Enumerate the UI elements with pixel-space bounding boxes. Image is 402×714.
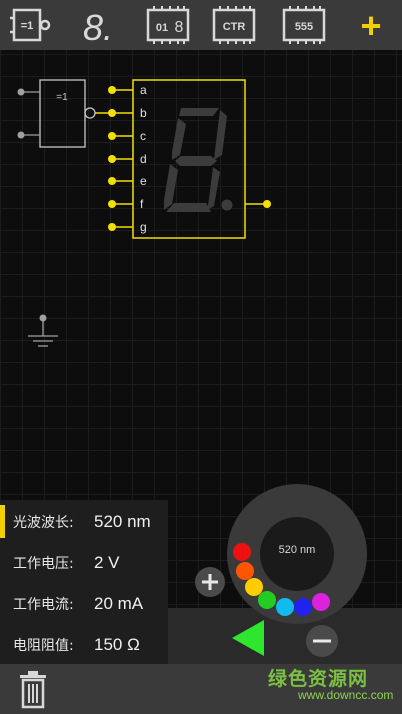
seven-segment-digit — [164, 108, 227, 212]
trash-icon[interactable] — [16, 669, 50, 709]
seven-segment-display[interactable]: a b c d e f g — [108, 79, 271, 239]
voltage-label: 工作电压: — [13, 555, 74, 572]
pin-b[interactable] — [108, 109, 116, 117]
pin-f[interactable] — [108, 200, 116, 208]
xor-gate[interactable]: =1 — [17, 79, 96, 148]
pin-d[interactable] — [108, 155, 116, 163]
xor-output-bubble — [84, 107, 96, 119]
pin-g[interactable] — [108, 223, 116, 231]
decimal-point-segment — [221, 199, 233, 211]
color-swatch-blue[interactable] — [294, 598, 312, 616]
pin-label-f: f — [140, 197, 144, 211]
pin-label-a: a — [140, 83, 147, 97]
param-row-wavelength[interactable]: 光波波长: 520 nm — [0, 501, 168, 542]
resistance-label: 电阻阻值: — [13, 637, 74, 654]
current-value: 20 mA — [94, 593, 144, 613]
decrease-button[interactable] — [305, 624, 339, 658]
watermark-url: www.downcc.com — [298, 688, 394, 702]
param-row-voltage[interactable]: 工作电压: 2 V — [0, 542, 168, 583]
color-swatch-green[interactable] — [258, 591, 276, 609]
wavelength-label: 光波波长: — [13, 514, 74, 531]
voltage-value: 2 V — [94, 552, 120, 572]
xor-input-b-pin[interactable] — [17, 131, 25, 139]
current-label: 工作电流: — [13, 596, 74, 613]
pin-e[interactable] — [108, 177, 116, 185]
pin-label-d: d — [140, 152, 147, 166]
led-parameter-panel: 光波波长: 520 nm 工作电压: 2 V 工作电流: 20 mA 电阻阻值:… — [0, 500, 168, 664]
pin-a[interactable] — [108, 86, 116, 94]
active-row-indicator — [0, 505, 5, 538]
xor-gate-label: =1 — [56, 92, 68, 103]
color-swatch-red[interactable] — [233, 543, 251, 561]
color-swatch-cyan[interactable] — [276, 598, 294, 616]
dial-readout: 520 nm — [278, 544, 316, 556]
pin-label-g: g — [140, 220, 147, 234]
dp-pin[interactable] — [263, 200, 271, 208]
increase-button[interactable] — [194, 566, 226, 598]
param-row-resistance[interactable]: 电阻阻值: 150 Ω — [0, 624, 168, 665]
pin-label-c: c — [140, 129, 146, 143]
pin-label-e: e — [140, 174, 147, 188]
resistance-value: 150 Ω — [94, 634, 140, 654]
segment-pins — [108, 86, 133, 231]
color-swatch-violet[interactable] — [312, 593, 330, 611]
xor-input-a-pin[interactable] — [17, 88, 25, 96]
param-row-current[interactable]: 工作电流: 20 mA — [0, 583, 168, 624]
wavelength-value: 520 nm — [94, 511, 151, 531]
watermark-title: 绿色资源网 — [268, 668, 369, 690]
pin-label-b: b — [140, 106, 147, 120]
ground-symbol[interactable] — [28, 314, 58, 347]
play-arrow-icon[interactable] — [230, 618, 266, 658]
pin-c[interactable] — [108, 132, 116, 140]
